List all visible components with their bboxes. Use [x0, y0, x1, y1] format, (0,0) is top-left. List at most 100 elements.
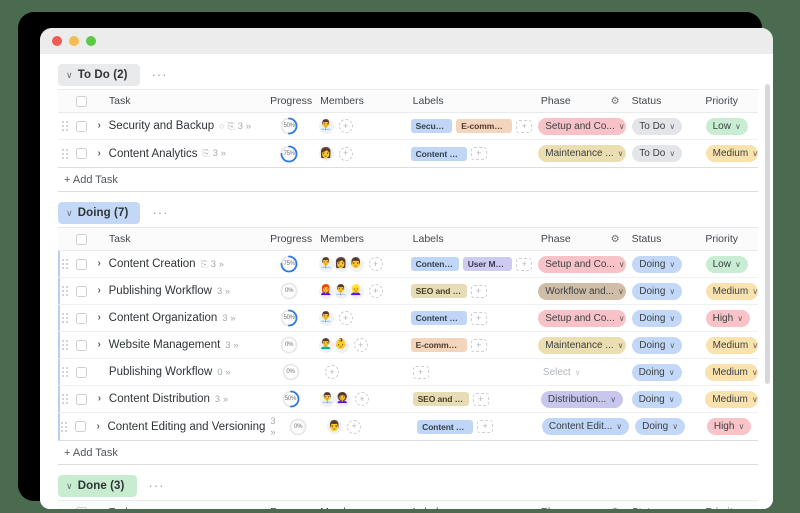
- table-row[interactable]: › Publishing Workflow 3 » 0% 👩‍🦰 👨‍💼 👱‍♀️ + SEO …: [58, 278, 758, 305]
- table-row[interactable]: › Security and Backup ○ ⎘ 3 » 50% 👨‍💼 + Security…: [58, 113, 758, 140]
- close-button[interactable]: [52, 36, 62, 46]
- column-header-members[interactable]: Members: [314, 506, 407, 509]
- expand-cell[interactable]: ›: [92, 259, 107, 269]
- gear-icon[interactable]: ⚙: [611, 234, 620, 245]
- label-chip[interactable]: Content Ma...: [410, 146, 467, 161]
- phase-cell[interactable]: Maintenance ... ∨: [532, 336, 627, 354]
- status-pill[interactable]: To Do ∨: [632, 117, 683, 135]
- row-checkbox-cell[interactable]: [71, 120, 92, 132]
- gear-icon[interactable]: ⚙: [611, 96, 620, 107]
- vertical-scrollbar[interactable]: [765, 84, 770, 384]
- drag-handle[interactable]: [58, 286, 71, 296]
- add-label-button[interactable]: +: [516, 119, 533, 133]
- add-label-button[interactable]: +: [472, 392, 489, 406]
- labels-cell[interactable]: SEO and Ma... +: [407, 392, 535, 406]
- labels-cell[interactable]: E-commerce +: [405, 338, 533, 352]
- add-member-button[interactable]: +: [353, 338, 368, 352]
- add-label-button[interactable]: +: [477, 420, 494, 433]
- task-name-cell[interactable]: Website Management 3 »: [107, 339, 266, 351]
- priority-cell[interactable]: Medium ∨: [699, 390, 758, 408]
- add-member-button[interactable]: +: [338, 146, 353, 161]
- group-toggle[interactable]: ∨ Done (3): [58, 475, 137, 497]
- task-name-cell[interactable]: Security and Backup ○ ⎘ 3 »: [107, 120, 266, 132]
- priority-cell[interactable]: Medium ∨: [699, 363, 758, 381]
- column-header-phase[interactable]: Phase ⚙: [535, 506, 626, 509]
- column-header-priority[interactable]: Priority: [699, 95, 758, 107]
- status-cell[interactable]: Doing ∨: [626, 336, 699, 354]
- row-checkbox-cell[interactable]: [71, 285, 92, 297]
- drag-handle[interactable]: [58, 148, 71, 159]
- minimize-button[interactable]: [69, 36, 79, 46]
- avatar[interactable]: 👨: [327, 419, 343, 434]
- label-chip[interactable]: Content Ma...: [410, 311, 467, 325]
- row-checkbox-cell[interactable]: [71, 339, 92, 351]
- add-member-button[interactable]: +: [368, 284, 383, 298]
- group-toggle[interactable]: ∨ Doing (7): [58, 202, 141, 224]
- avatar[interactable]: 👨‍🦱: [318, 337, 334, 353]
- priority-pill[interactable]: High ∨: [706, 418, 752, 435]
- avatar[interactable]: 👩‍🦰: [318, 283, 334, 299]
- status-cell[interactable]: Doing ∨: [626, 282, 699, 300]
- labels-cell[interactable]: Content Ma... +: [405, 311, 533, 325]
- drag-handle[interactable]: [58, 340, 71, 350]
- chevron-right-icon[interactable]: ›: [97, 121, 100, 131]
- table-row[interactable]: Publishing Workflow 0 » 0% + + Select ∨ Doing ∨ M…: [58, 359, 758, 386]
- priority-pill[interactable]: Medium ∨: [705, 145, 758, 162]
- phase-cell[interactable]: Workflow and... ∨: [532, 282, 627, 300]
- row-checkbox-cell[interactable]: [71, 312, 92, 324]
- task-name-cell[interactable]: Content Analytics ⎘ 3 »: [107, 148, 266, 160]
- column-header-progress[interactable]: Progress: [267, 233, 314, 245]
- avatar[interactable]: 👩: [333, 256, 349, 272]
- maximize-button[interactable]: [86, 36, 96, 46]
- add-label-button[interactable]: +: [470, 147, 487, 160]
- status-pill[interactable]: Doing ∨: [632, 255, 683, 273]
- task-name-cell[interactable]: Content Editing and Versioning 3 »: [105, 416, 275, 438]
- expand-cell[interactable]: ›: [91, 421, 106, 432]
- phase-cell[interactable]: Select ∨: [535, 364, 626, 381]
- row-checkbox[interactable]: [75, 148, 87, 159]
- group-menu-button[interactable]: ···: [149, 479, 165, 492]
- avatar[interactable]: 👨‍💼: [318, 118, 334, 134]
- row-checkbox[interactable]: [75, 258, 87, 270]
- task-name-cell[interactable]: Content Distribution 3 »: [107, 393, 267, 405]
- row-checkbox[interactable]: [75, 421, 87, 432]
- column-header-labels[interactable]: Labels: [407, 95, 535, 107]
- add-label-button[interactable]: +: [516, 257, 533, 271]
- label-chip[interactable]: E-commerce: [456, 119, 513, 133]
- column-header-labels[interactable]: Labels: [407, 506, 535, 509]
- label-chip[interactable]: Content Ma...: [417, 419, 474, 434]
- status-cell[interactable]: Doing ∨: [629, 418, 701, 435]
- column-header-task[interactable]: Task: [107, 95, 267, 107]
- label-chip[interactable]: User Manag...: [462, 257, 513, 271]
- priority-cell[interactable]: Low ∨: [700, 255, 758, 273]
- progress-cell[interactable]: 0%: [266, 335, 313, 355]
- add-member-button[interactable]: +: [368, 257, 383, 271]
- labels-cell[interactable]: SEO and Ma... +: [405, 284, 533, 298]
- column-header-phase[interactable]: Phase ⚙: [535, 95, 626, 107]
- members-cell[interactable]: 👩‍🦰 👨‍💼 👱‍♀️ +: [313, 283, 405, 299]
- expand-cell[interactable]: ›: [92, 286, 107, 296]
- phase-cell[interactable]: Content Edit... ∨: [536, 418, 630, 435]
- labels-cell[interactable]: Content Ma... +: [411, 419, 536, 434]
- column-header-priority[interactable]: Priority: [699, 233, 758, 245]
- avatar[interactable]: 👨: [348, 256, 364, 272]
- priority-pill[interactable]: Medium ∨: [705, 336, 758, 354]
- phase-pill[interactable]: Setup and Co... ∨: [538, 117, 627, 135]
- avatar[interactable]: 👨‍💼: [333, 283, 349, 299]
- task-name-cell[interactable]: Publishing Workflow 3 »: [107, 285, 266, 297]
- label-chip[interactable]: Content Ma...: [410, 257, 459, 271]
- status-pill[interactable]: Doing ∨: [631, 363, 682, 381]
- table-row[interactable]: › Content Distribution 3 » 50% 👨‍💼 👩‍🦱 + SEO an…: [58, 386, 758, 413]
- members-cell[interactable]: 👨‍💼 👩 👨 +: [313, 256, 405, 272]
- progress-cell[interactable]: 75%: [266, 144, 313, 164]
- row-checkbox-cell[interactable]: [71, 421, 91, 432]
- chevron-right-icon[interactable]: ›: [97, 148, 100, 159]
- table-row[interactable]: › Content Organization 3 » 50% 👨‍💼 + Content M…: [58, 305, 758, 332]
- avatar[interactable]: 👨‍💼: [318, 310, 334, 326]
- avatar[interactable]: 👩‍🦱: [335, 391, 351, 407]
- phase-pill[interactable]: Distribution... ∨: [540, 390, 624, 408]
- label-chip[interactable]: SEO and Ma...: [412, 392, 469, 406]
- phase-pill[interactable]: Maintenance ... ∨: [538, 145, 627, 162]
- phase-cell[interactable]: Setup and Co... ∨: [532, 117, 627, 135]
- table-row[interactable]: › Content Analytics ⎘ 3 » 75% 👩 + Content Ma...…: [58, 140, 758, 167]
